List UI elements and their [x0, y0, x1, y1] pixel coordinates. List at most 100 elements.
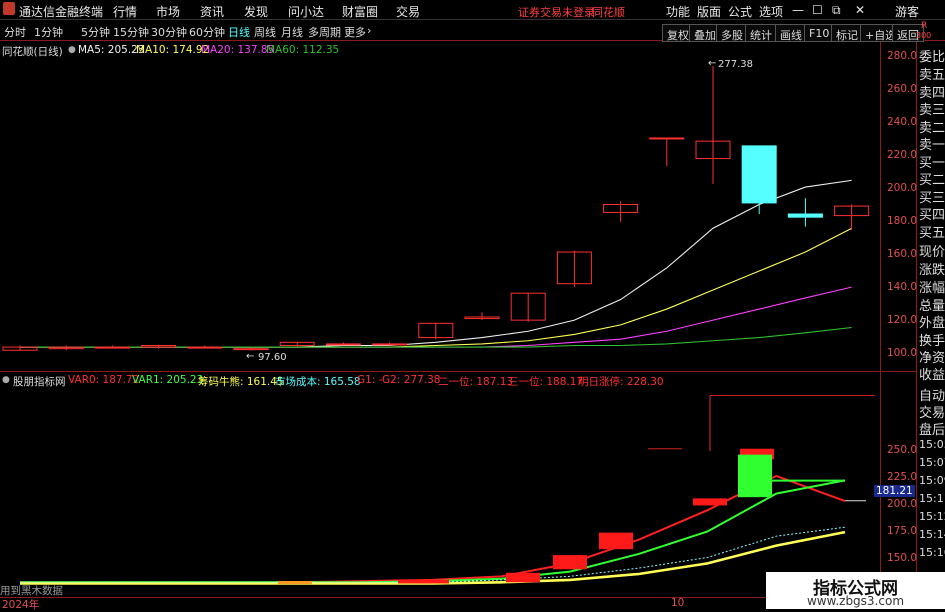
menu-item-xuanxiang[interactable]: 选项 — [759, 3, 783, 20]
high-price-label: 277.38 — [718, 59, 753, 70]
side-label: 买四 — [919, 208, 945, 223]
trade-time: 15:16 — [919, 546, 945, 559]
side-tab[interactable]: 盘后 — [919, 419, 945, 438]
side-label: 现价 — [919, 245, 945, 260]
value-tick: 225.0 — [887, 471, 918, 483]
candle-body — [325, 343, 361, 346]
indicator-block — [553, 555, 587, 570]
menu-item-faxian[interactable]: 发现 — [244, 3, 268, 20]
side-label: 买五 — [919, 226, 945, 241]
year-label: 2024年 — [2, 599, 40, 611]
value-tick: 200.0 — [887, 498, 918, 510]
period-weekly[interactable]: 周线 — [254, 24, 276, 40]
menu-item-jiaoyi[interactable]: 交易 — [396, 3, 420, 20]
window-close-icon[interactable]: ✕ — [855, 3, 865, 17]
indicator-block — [278, 581, 312, 585]
price-tick: 100.0 — [887, 347, 918, 359]
price-tick: 220.0 — [887, 149, 918, 161]
huaxian-button[interactable]: 画线 — [775, 24, 807, 42]
side-label: 外盘 — [919, 316, 945, 331]
price-tick: 240.0 — [887, 116, 918, 128]
period-30min[interactable]: 30分钟 — [151, 24, 187, 40]
price-tick: 140.0 — [887, 281, 918, 293]
watermark-badge: 指标公式网 www.zbgs3.com — [766, 572, 945, 609]
indicator-chart[interactable] — [0, 372, 880, 597]
date-axis-border — [0, 597, 880, 598]
menu-item-banmian[interactable]: 版面 — [697, 3, 721, 20]
period-fenshi[interactable]: 分时 — [4, 24, 26, 40]
candle-body — [187, 346, 223, 349]
menu-item-gongshi[interactable]: 公式 — [728, 3, 752, 20]
price-tick: 160.0 — [887, 248, 918, 260]
watermark-url: www.zbgs3.com — [806, 594, 905, 608]
trade-time: 15:11 — [919, 492, 945, 505]
window-restore-icon[interactable]: ⧉ — [832, 3, 841, 18]
candlestick-chart[interactable] — [0, 42, 880, 371]
high-marker-icon: ← — [708, 58, 717, 69]
menu-item-wenxiaoda[interactable]: 问小达 — [288, 3, 324, 20]
side-label: 涨跌 — [919, 263, 945, 278]
data-source-label: 用到黑木数据 — [0, 585, 63, 597]
broker-name[interactable]: 同花顺 — [592, 4, 625, 20]
side-label: 涨幅 — [919, 281, 945, 296]
duogu-button[interactable]: 多股 — [716, 24, 748, 42]
chip-line — [20, 530, 846, 585]
period-bar: 分时 1分钟 5分钟 15分钟 30分钟 60分钟 日线 周线 月线 多周期 更… — [0, 21, 945, 42]
quote-side-panel: 委比 卖五 卖四 卖三 卖二 卖一 买一 买二 买三 买四 买五 现价 涨跌 涨… — [917, 42, 945, 609]
trade-time: 15:14 — [919, 528, 945, 541]
main-price-axis: 280.0 260.0 240.0 220.0 200.0 180.0 160.… — [881, 42, 918, 371]
menu-item-gongneng[interactable]: 功能 — [666, 3, 690, 20]
period-daily[interactable]: 日线 — [228, 24, 250, 40]
price-tick: 260.0 — [887, 83, 918, 95]
low-price-label: 97.60 — [258, 352, 287, 363]
var1-line — [20, 479, 846, 584]
f10-button[interactable]: F10 — [804, 24, 835, 42]
biaoji-button[interactable]: 标记 — [831, 24, 863, 42]
price-tick: 120.0 — [887, 314, 918, 326]
candle-body — [94, 346, 130, 349]
side-label: 收益 — [919, 368, 945, 383]
tongji-button[interactable]: 统计 — [745, 24, 777, 42]
period-60min[interactable]: 60分钟 — [189, 24, 225, 40]
menu-bar: 通达信金融终端 行情 市场 资讯 发现 问小达 财富圈 交易 证券交易未登录 同… — [0, 0, 945, 20]
window-minimize-icon[interactable]: — — [792, 3, 804, 17]
candle-body — [787, 213, 823, 218]
indicator-block — [398, 579, 432, 584]
price-tick: 200.0 — [887, 182, 918, 194]
side-label: 委比 — [919, 50, 945, 65]
cost-line — [20, 526, 846, 583]
menu-item-caifuquan[interactable]: 财富圈 — [342, 3, 378, 20]
trade-time: 15:09 — [919, 474, 945, 487]
menu-item-zixun[interactable]: 资讯 — [200, 3, 224, 20]
period-monthly[interactable]: 月线 — [281, 24, 303, 40]
user-label[interactable]: 游客 — [895, 3, 919, 20]
period-multi[interactable]: 多周期 — [308, 24, 341, 40]
side-label: 买二 — [919, 173, 945, 188]
value-tick: 150.0 — [887, 552, 918, 564]
price-tick: 280.0 — [887, 50, 918, 62]
window-maximize-icon[interactable]: ☐ — [812, 3, 823, 17]
app-logo-icon — [3, 2, 15, 15]
app-title: 通达信金融终端 — [19, 5, 104, 19]
candle-body — [372, 343, 408, 346]
indicator-block — [506, 572, 540, 583]
period-15min[interactable]: 15分钟 — [113, 24, 149, 40]
value-tick: 250.0 — [887, 444, 918, 456]
chevron-right-icon[interactable]: › — [367, 24, 371, 37]
low-marker-icon: ← — [246, 351, 255, 362]
candle-body — [233, 348, 269, 351]
period-more[interactable]: 更多 — [344, 24, 366, 40]
trade-login-notice[interactable]: 证券交易未登录 — [518, 4, 595, 20]
value-tick: 175.0 — [887, 525, 918, 537]
period-1min[interactable]: 1分钟 — [34, 24, 63, 40]
trade-time: 15:07 — [919, 456, 945, 469]
menu-item-shichang[interactable]: 市场 — [156, 3, 180, 20]
indicator-block — [693, 498, 727, 506]
corner-r-label: R — [921, 21, 928, 31]
period-5min[interactable]: 5分钟 — [81, 24, 110, 40]
price-tick: 180.0 — [887, 215, 918, 227]
var0-line — [20, 474, 846, 584]
side-label: 卖五 — [919, 68, 945, 83]
menu-item-hangqing[interactable]: 行情 — [113, 3, 137, 20]
month-label: 10 — [671, 597, 685, 609]
